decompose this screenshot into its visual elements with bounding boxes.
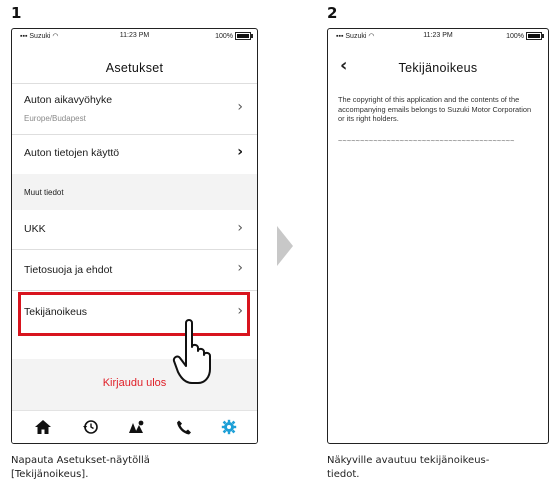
status-bar: ▪▪▪ Suzuki ◠ 11:23 PM 100%	[12, 29, 257, 43]
map-icon[interactable]	[128, 419, 146, 435]
next-step-arrow	[277, 226, 293, 266]
row-label: UKK	[24, 223, 46, 235]
pointing-hand-icon	[172, 319, 211, 384]
chevron-right-icon: ›	[237, 260, 243, 276]
row-sublabel: Europe/Budapest	[24, 114, 86, 123]
caption-line: tiedot.	[327, 469, 360, 480]
logout-button[interactable]: Kirjaudu ulos	[12, 377, 257, 389]
page-title: Asetukset	[105, 61, 164, 75]
caption-line: [Tekijänoikeus].	[11, 469, 89, 480]
battery-icon	[235, 32, 253, 40]
settings-row-vehicle-data[interactable]: Auton tietojen käyttö ›	[12, 135, 257, 173]
row-label: Tietosuoja ja ehdot	[24, 264, 113, 276]
settings-gear-icon[interactable]	[220, 419, 238, 435]
row-label: Auton aikavyöhyke	[24, 94, 113, 106]
battery-icon	[526, 32, 544, 40]
copyright-text: The copyright of this application and th…	[338, 95, 532, 124]
settings-screen: ▪▪▪ Suzuki ◠ 11:23 PM 100% Asetukset Aut…	[11, 28, 258, 444]
chevron-right-icon: ›	[237, 220, 243, 236]
battery-indicator: 100%	[506, 32, 544, 40]
step-number-1: 1	[11, 4, 22, 22]
history-icon[interactable]	[81, 419, 99, 435]
row-label: Auton tietojen käyttö	[24, 147, 120, 159]
home-icon[interactable]	[34, 419, 52, 435]
copyright-placeholder-text: ~~~~~~~~~~~~~~~~~~~~~~~~~~~~~~~~~~~~~~~~	[338, 137, 515, 145]
chevron-right-icon: ›	[237, 144, 243, 160]
status-bar: ▪▪▪ Suzuki ◠ 11:23 PM 100%	[328, 29, 548, 43]
copyright-screen: ▪▪▪ Suzuki ◠ 11:23 PM 100% ‹ Tekijänoike…	[327, 28, 549, 444]
page-title: Tekijänoikeus	[398, 61, 478, 75]
settings-row-faq[interactable]: UKK ›	[12, 211, 257, 249]
caption-line: Näkyville avautuu tekijänoikeus-	[327, 455, 490, 466]
step-1-caption: Napauta Asetukset-näytöllä [Tekijänoikeu…	[11, 454, 150, 482]
phone-icon[interactable]	[175, 419, 193, 435]
battery-indicator: 100%	[215, 32, 253, 40]
step-2-caption: Näkyville avautuu tekijänoikeus- tiedot.	[327, 454, 489, 482]
section-header: Muut tiedot	[12, 174, 257, 210]
divider	[12, 290, 257, 291]
tab-bar	[12, 410, 257, 443]
settings-row-privacy[interactable]: Tietosuoja ja ehdot ›	[12, 250, 257, 290]
step-number-2: 2	[327, 4, 338, 22]
settings-row-timezone[interactable]: Auton aikavyöhyke Europe/Budapest ›	[12, 84, 257, 134]
section-label: Muut tiedot	[24, 188, 64, 197]
chevron-right-icon: ›	[237, 99, 243, 115]
caption-line: Napauta Asetukset-näytöllä	[11, 455, 150, 466]
